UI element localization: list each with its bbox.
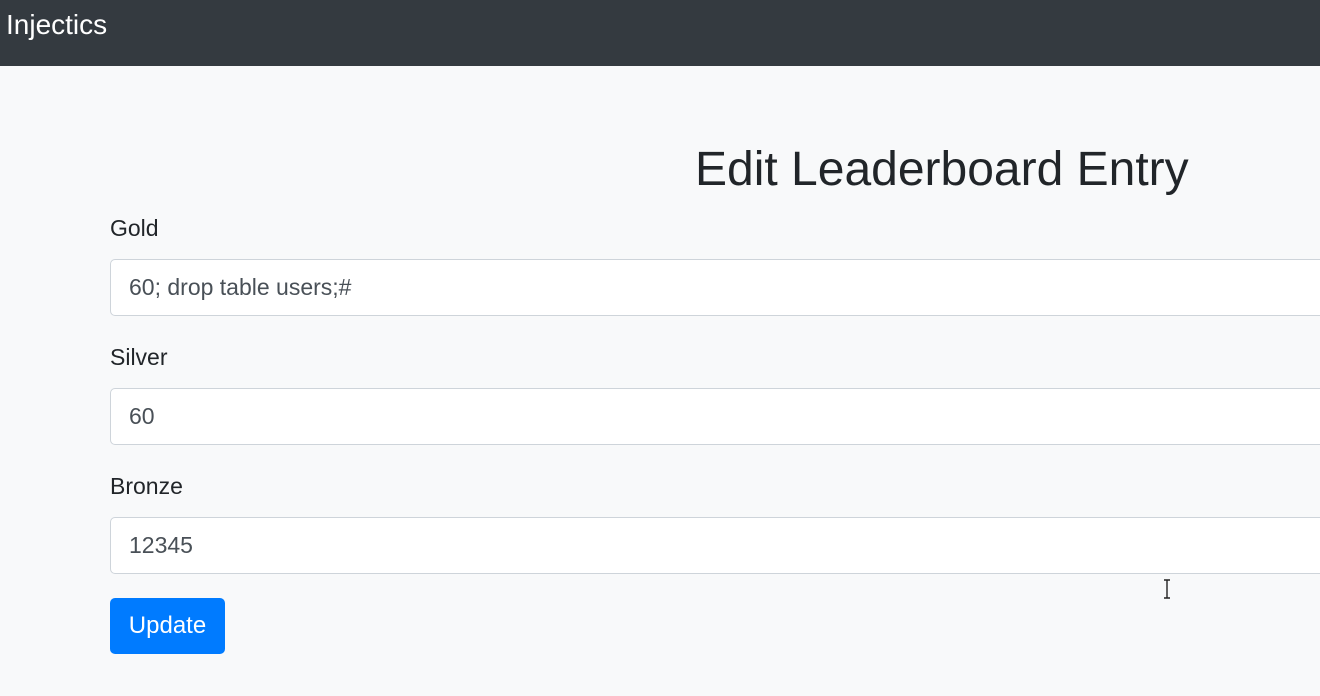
- silver-input[interactable]: [110, 388, 1320, 445]
- edit-leaderboard-page: Edit Leaderboard Entry Gold Silver Bronz…: [0, 66, 1320, 696]
- update-button[interactable]: Update: [110, 598, 225, 654]
- gold-input[interactable]: [110, 259, 1320, 316]
- navbar: Injectics: [0, 0, 1320, 66]
- gold-label: Gold: [110, 215, 159, 241]
- silver-label: Silver: [110, 344, 168, 370]
- bronze-label: Bronze: [110, 473, 183, 499]
- brand-link[interactable]: Injectics: [6, 8, 107, 42]
- bronze-input[interactable]: [110, 517, 1320, 574]
- page-title: Edit Leaderboard Entry: [695, 143, 1189, 196]
- text-cursor-icon: [1164, 579, 1170, 599]
